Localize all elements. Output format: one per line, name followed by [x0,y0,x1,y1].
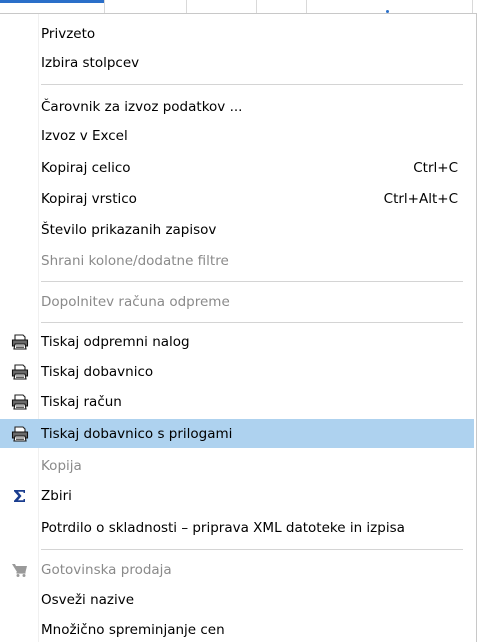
column-divider [472,0,473,14]
menu-item-label: Izvoz v Excel [41,127,128,144]
printer-icon [11,364,29,380]
active-tab-indicator [0,0,104,3]
menu-item-mnozicno-spreminjanje-cen[interactable]: Množično spreminjanje cen [0,615,474,642]
printer-icon [11,334,29,350]
menu-item-label: Kopija [41,457,82,474]
menu-separator [41,281,463,282]
menu-item-kopija[interactable]: Kopija [0,451,474,480]
menu-separator [41,549,463,550]
menu-item-label: Osveži nazive [41,591,135,608]
menu-item-label: Zbiri [41,487,72,504]
menu-item-label: Kopiraj celico [41,159,131,176]
cart-icon [12,564,27,577]
menu-item-tiskaj-dobavnico[interactable]: Tiskaj dobavnico [0,357,474,386]
menu-item-label: Tiskaj odpremni nalog [41,333,190,350]
menu-item-potrdilo-o-skladnosti[interactable]: Potrdilo o skladnosti – priprava XML dat… [0,513,474,542]
menu-item-tiskaj-dobavnico-s-prilogami[interactable]: Tiskaj dobavnico s prilogami [0,419,474,448]
menu-item-izvoz-v-excel[interactable]: Izvoz v Excel [0,121,474,150]
menu-item-tiskaj-odpremni-nalog[interactable]: Tiskaj odpremni nalog [0,327,474,356]
printer-icon [11,394,29,410]
menu-item-label: Tiskaj dobavnico [41,363,154,380]
column-divider [186,0,187,14]
menu-item-label: Privzeto [41,25,96,42]
menu-item-privzeto[interactable]: Privzeto [0,19,474,48]
menu-item-label: Tiskaj dobavnico s prilogami [41,425,233,442]
menu-item-label: Dopolnitev računa odpreme [41,293,230,310]
menu-separator [41,84,463,85]
menu-item-shrani-kolone[interactable]: Shrani kolone/dodatne filtre [0,246,474,275]
column-divider [306,0,307,14]
sigma-icon [14,490,25,502]
menu-item-gotovinska-prodaja[interactable]: Gotovinska prodaja [0,555,474,584]
menu-item-stevilo-zapisov[interactable]: Število prikazanih zapisov [0,215,474,244]
page: Privzeto Izbira stolpcev Čarovnik za izv… [0,0,483,642]
menu-item-label: Izbira stolpcev [41,54,140,71]
menu-item-dopolnitev-racuna[interactable]: Dopolnitev računa odpreme [0,287,474,316]
shortcut-text: Ctrl+C [413,159,458,176]
menu-item-label: Potrdilo o skladnosti – priprava XML dat… [41,519,405,536]
shortcut-text: Ctrl+Alt+C [383,190,458,207]
menu-item-label: Kopiraj vrstico [41,190,137,207]
menu-item-label: Shrani kolone/dodatne filtre [41,252,229,269]
menu-item-label: Gotovinska prodaja [41,561,172,578]
menu-item-tiskaj-racun[interactable]: Tiskaj račun [0,387,474,416]
menu-item-kopiraj-vrstico[interactable]: Kopiraj vrstico Ctrl+Alt+C [0,184,474,213]
menu-item-zbiri[interactable]: Zbiri [0,481,474,510]
menu-item-label: Množično spreminjanje cen [41,621,225,638]
printer-icon [11,426,29,442]
context-menu: Privzeto Izbira stolpcev Čarovnik za izv… [0,13,477,642]
menu-item-izbira-stolpcev[interactable]: Izbira stolpcev [0,48,474,77]
menu-item-osvezi-nazive[interactable]: Osveži nazive [0,585,474,614]
menu-item-kopiraj-celico[interactable]: Kopiraj celico Ctrl+C [0,153,474,182]
menu-separator [41,322,463,323]
menu-item-carovnik-za-izvoz[interactable]: Čarovnik za izvoz podatkov ... [0,92,474,121]
menu-item-label: Tiskaj račun [41,393,122,410]
menu-item-label: Število prikazanih zapisov [41,221,217,238]
menu-item-label: Čarovnik za izvoz podatkov ... [41,98,243,115]
column-divider [104,0,105,14]
background-grid-header [0,0,483,14]
column-divider [256,0,257,14]
